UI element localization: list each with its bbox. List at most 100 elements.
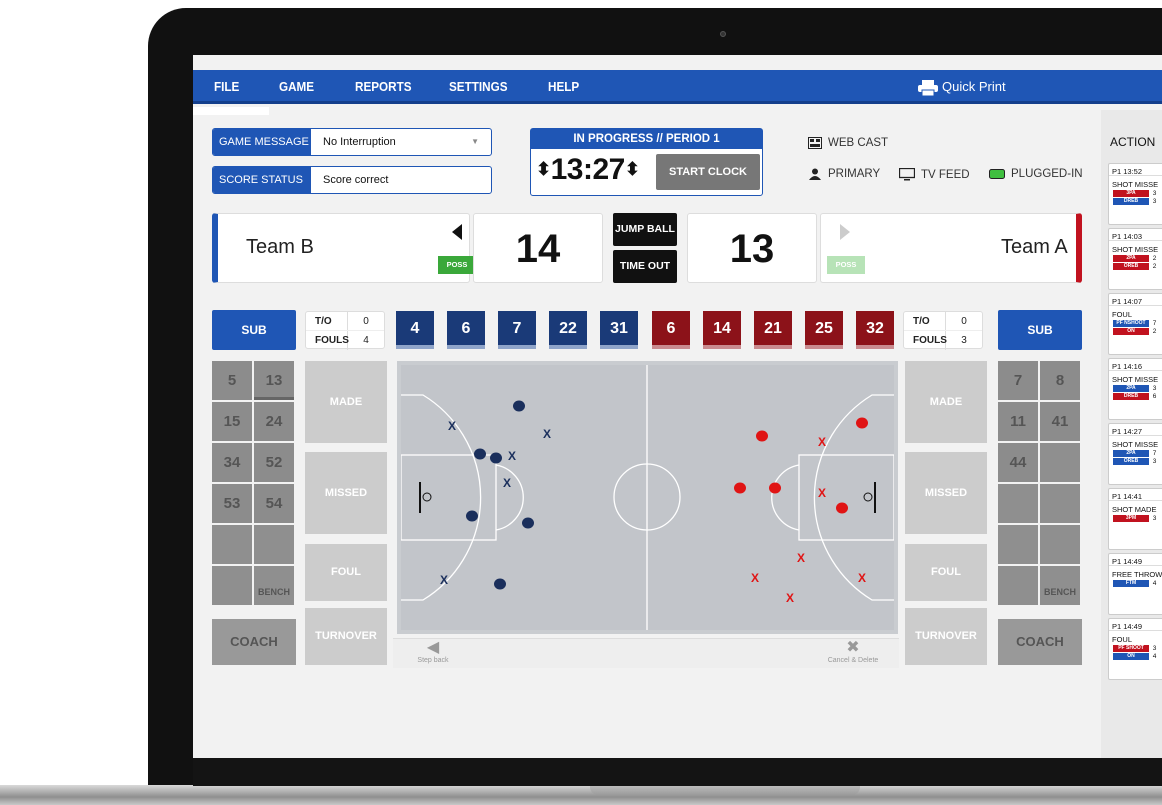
action-log-entry[interactable]: P1 14:49 FREE THROW FTM 4 (1108, 553, 1162, 615)
period-status: IN PROGRESS // PERIOD 1 (531, 129, 762, 149)
made-shot-mark[interactable] (474, 448, 486, 460)
missed-shot-mark[interactable]: X (440, 573, 448, 587)
player-left-31[interactable]: 31 (600, 311, 638, 349)
turnover-left-button[interactable]: TURNOVER (305, 608, 387, 665)
missed-shot-mark[interactable]: X (786, 591, 794, 605)
missed-shot-mark[interactable]: X (503, 476, 511, 490)
action-log-entry[interactable]: P1 14:03 SHOT MISSE 2PA 2 OREB 2 (1108, 228, 1162, 290)
score-status-field[interactable]: SCORE STATUS Score correct (212, 166, 492, 194)
bench-player-left-54[interactable]: 54 (254, 484, 294, 523)
missed-shot-mark[interactable]: X (543, 427, 551, 441)
sub-left-button[interactable]: SUB (212, 310, 296, 350)
time-out-button[interactable]: TIME OUT (613, 250, 677, 283)
player-right-32[interactable]: 32 (856, 311, 894, 349)
event-tag-value: 7 (1151, 320, 1157, 328)
player-right-14[interactable]: 14 (703, 311, 741, 349)
foul-right-button[interactable]: FOUL (905, 544, 987, 601)
missed-right-button[interactable]: MISSED (905, 452, 987, 534)
missed-shot-mark[interactable]: X (818, 435, 826, 449)
bench-right-button[interactable]: BENCH (1040, 566, 1080, 605)
possession-arrow-left-icon[interactable] (452, 224, 464, 240)
menu-reports[interactable]: REPORTS (355, 70, 412, 104)
event-description: SHOT MISSE (1112, 245, 1159, 254)
player-right-25[interactable]: 25 (805, 311, 843, 349)
action-log-entry[interactable]: P1 13:52 SHOT MISSE 3PA 3 DREB 3 (1108, 163, 1162, 225)
poss-left-button[interactable]: POSS (438, 256, 476, 274)
bench-player-left-53[interactable]: 53 (212, 484, 252, 523)
clock-adjust-right-icon[interactable]: ⬍ (625, 159, 640, 179)
player-left-4[interactable]: 4 (396, 311, 434, 349)
menu-file[interactable]: FILE (214, 70, 239, 104)
clock-adjust-left-icon[interactable]: ⬍ (536, 159, 551, 179)
made-shot-mark[interactable] (513, 400, 525, 412)
player-right-6[interactable]: 6 (652, 311, 690, 349)
bench-player-left-13[interactable]: 13 (254, 361, 294, 400)
made-shot-mark[interactable] (490, 452, 502, 464)
bench-player-left-34[interactable]: 34 (212, 443, 252, 482)
missed-shot-mark[interactable]: X (508, 449, 516, 463)
bench-player-left-52[interactable]: 52 (254, 443, 294, 482)
sub-right-button[interactable]: SUB (998, 310, 1082, 350)
missed-shot-mark[interactable]: X (448, 419, 456, 433)
action-log-entry[interactable]: P1 14:27 SHOT MISSE 2PA 7 OREB 3 (1108, 423, 1162, 485)
bench-player-right-44[interactable]: 44 (998, 443, 1038, 482)
tv-feed-status[interactable]: TV FEED (899, 168, 970, 181)
missed-shot-mark[interactable]: X (751, 571, 759, 585)
webcast-status[interactable]: WEB CAST (808, 137, 888, 149)
event-tag-row: OREB 3 (1109, 458, 1162, 465)
action-log-entry[interactable]: P1 14:41 SHOT MADE 3PM 3 (1108, 488, 1162, 550)
start-clock-button[interactable]: START CLOCK (656, 154, 760, 190)
player-left-22[interactable]: 22 (549, 311, 587, 349)
shot-court[interactable]: XXXXXXXXXXX (397, 361, 898, 634)
player-left-7[interactable]: 7 (498, 311, 536, 349)
possession-arrow-right-icon[interactable] (838, 224, 850, 240)
event-tag-value: 7 (1151, 450, 1157, 458)
primary-status[interactable]: PRIMARY (808, 168, 880, 180)
menu-game[interactable]: GAME (279, 70, 314, 104)
menu-help[interactable]: HELP (548, 70, 579, 104)
missed-left-button[interactable]: MISSED (305, 452, 387, 534)
bench-player-left-5[interactable]: 5 (212, 361, 252, 400)
scoreboard: Team B POSS 14 JUMP BALL TIME OUT 13 POS… (212, 213, 1082, 283)
action-log-entry[interactable]: P1 14:16 SHOT MISSE 2PA 3 DREB 6 (1108, 358, 1162, 420)
event-time: P1 14:07 (1109, 294, 1162, 306)
made-shot-mark[interactable] (756, 430, 768, 442)
menu-settings[interactable]: SETTINGS (449, 70, 508, 104)
event-tag-row: FTM 4 (1109, 580, 1162, 587)
clock-display[interactable]: ⬍13:27⬍ (536, 153, 640, 187)
player-right-21[interactable]: 21 (754, 311, 792, 349)
made-shot-mark[interactable] (522, 517, 534, 529)
bench-player-right-11[interactable]: 11 (998, 402, 1038, 441)
bench-left-button[interactable]: BENCH (254, 566, 294, 605)
made-shot-mark[interactable] (769, 482, 781, 494)
made-shot-mark[interactable] (494, 578, 506, 590)
made-shot-mark[interactable] (466, 510, 478, 522)
bench-player-left-15[interactable]: 15 (212, 402, 252, 441)
action-log-entry[interactable]: P1 14:07 FOUL PF NSHOOT 7 ON 2 (1108, 293, 1162, 355)
quick-print-button[interactable]: Quick Print (918, 70, 1006, 104)
coach-left-button[interactable]: COACH (212, 619, 296, 665)
poss-right-button[interactable]: POSS (827, 256, 865, 274)
jump-ball-button[interactable]: JUMP BALL (613, 213, 677, 246)
turnover-right-button[interactable]: TURNOVER (905, 608, 987, 665)
coach-right-button[interactable]: COACH (998, 619, 1082, 665)
missed-shot-mark[interactable]: X (818, 486, 826, 500)
tab-indicator (193, 107, 269, 115)
step-back-button[interactable]: ◀ Step back (393, 639, 473, 669)
bench-player-left-24[interactable]: 24 (254, 402, 294, 441)
cancel-delete-button[interactable]: ✖ Cancel & Delete (808, 639, 898, 669)
made-left-button[interactable]: MADE (305, 361, 387, 443)
foul-left-button[interactable]: FOUL (305, 544, 387, 601)
made-shot-mark[interactable] (836, 502, 848, 514)
made-shot-mark[interactable] (856, 417, 868, 429)
bench-player-right-7[interactable]: 7 (998, 361, 1038, 400)
missed-shot-mark[interactable]: X (858, 571, 866, 585)
missed-shot-mark[interactable]: X (797, 551, 805, 565)
bench-player-right-8[interactable]: 8 (1040, 361, 1080, 400)
made-right-button[interactable]: MADE (905, 361, 987, 443)
made-shot-mark[interactable] (734, 482, 746, 494)
bench-player-right-41[interactable]: 41 (1040, 402, 1080, 441)
action-log-entry[interactable]: P1 14:49 FOUL PF SHOOT 3 ON 4 (1108, 618, 1162, 680)
player-left-6[interactable]: 6 (447, 311, 485, 349)
game-message-field[interactable]: GAME MESSAGE No Interruption ▼ (212, 128, 492, 156)
